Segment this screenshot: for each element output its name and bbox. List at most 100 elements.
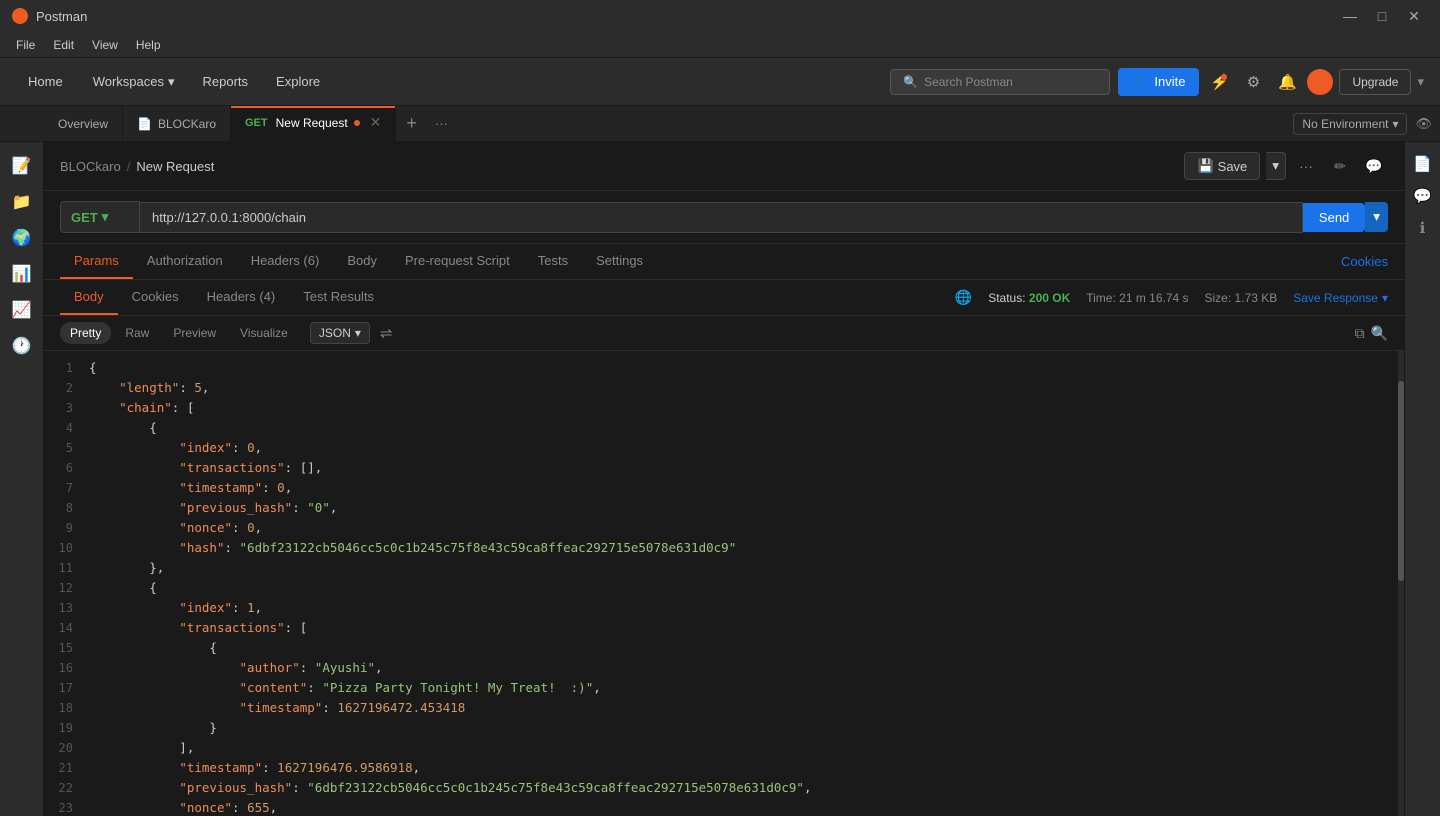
file-icon: 📄 bbox=[137, 117, 152, 131]
json-line-15: 15 { bbox=[44, 639, 1404, 659]
format-raw-button[interactable]: Raw bbox=[115, 322, 159, 344]
settings-icon[interactable]: ⚙ bbox=[1239, 68, 1267, 96]
tab-blockkaro[interactable]: 📄 BLOCKaro bbox=[123, 106, 231, 141]
scrollbar[interactable] bbox=[1398, 351, 1404, 816]
save-caret-button[interactable]: ▾ bbox=[1266, 152, 1286, 180]
send-caret-button[interactable]: ▾ bbox=[1365, 202, 1388, 232]
method-selector[interactable]: GET ▾ bbox=[60, 201, 140, 233]
search-placeholder: Search Postman bbox=[924, 75, 1013, 89]
send-button[interactable]: Send bbox=[1303, 203, 1365, 232]
copy-icon[interactable]: ⧉ bbox=[1355, 325, 1365, 342]
resp-tab-body[interactable]: Body bbox=[60, 280, 118, 315]
sidebar-environments-icon[interactable]: 🌍 bbox=[6, 222, 38, 254]
req-tab-authorization[interactable]: Authorization bbox=[133, 244, 237, 279]
lightning-icon[interactable]: ⚡ bbox=[1205, 68, 1233, 96]
json-line-8: 8 "previous_hash": "0", bbox=[44, 499, 1404, 519]
json-line-18: 18 "timestamp": 1627196472.453418 bbox=[44, 699, 1404, 719]
sidebar-history-icon[interactable]: 📊 bbox=[6, 258, 38, 290]
more-tabs-button[interactable]: ··· bbox=[427, 106, 456, 141]
unsaved-dot bbox=[354, 120, 360, 126]
menu-help[interactable]: Help bbox=[128, 36, 169, 54]
time-label: Time: 21 m 16.74 s bbox=[1086, 291, 1188, 305]
req-tab-prerequest[interactable]: Pre-request Script bbox=[391, 244, 524, 279]
maximize-button[interactable]: □ bbox=[1368, 6, 1396, 26]
menubar: File Edit View Help bbox=[0, 32, 1440, 58]
more-options-button[interactable]: ··· bbox=[1292, 152, 1320, 180]
right-sidebar-info-icon[interactable]: ℹ bbox=[1409, 214, 1437, 242]
bell-icon[interactable]: 🔔 bbox=[1273, 68, 1301, 96]
search-body-icon[interactable]: 🔍 bbox=[1371, 325, 1388, 342]
postman-logo bbox=[12, 8, 28, 24]
minimize-button[interactable]: — bbox=[1336, 6, 1364, 26]
tab-new-request[interactable]: GET New Request ✕ bbox=[231, 106, 396, 141]
req-tab-body[interactable]: Body bbox=[333, 244, 391, 279]
breadcrumb-parent[interactable]: BLOCkaro bbox=[60, 159, 121, 174]
json-line-5: 5 "index": 0, bbox=[44, 439, 1404, 459]
req-tab-headers[interactable]: Headers (6) bbox=[237, 244, 334, 279]
filter-icon[interactable]: ⇌ bbox=[380, 324, 393, 342]
response-tabs-bar: Body Cookies Headers (4) Test Results 🌐 … bbox=[44, 280, 1404, 316]
nav-explore[interactable]: Explore bbox=[266, 68, 330, 95]
json-line-21: 21 "timestamp": 1627196476.9586918, bbox=[44, 759, 1404, 779]
tab-overview-label: Overview bbox=[58, 117, 108, 131]
language-selector[interactable]: JSON ▾ bbox=[310, 322, 370, 344]
json-line-4: 4 { bbox=[44, 419, 1404, 439]
json-line-20: 20 ], bbox=[44, 739, 1404, 759]
upgrade-caret[interactable]: ▾ bbox=[1417, 74, 1424, 90]
resp-tab-headers[interactable]: Headers (4) bbox=[193, 280, 290, 315]
menu-edit[interactable]: Edit bbox=[45, 36, 82, 54]
resp-tab-cookies[interactable]: Cookies bbox=[118, 280, 193, 315]
sidebar-new-icon[interactable]: 📝 bbox=[6, 150, 38, 182]
request-actions: 💾 Save ▾ ··· ✏ 💬 bbox=[1184, 152, 1388, 180]
format-visualize-button[interactable]: Visualize bbox=[230, 322, 298, 344]
tab-overview[interactable]: Overview bbox=[44, 106, 123, 141]
sidebar-clock-icon[interactable]: 🕐 bbox=[6, 330, 38, 362]
invite-icon: 👤 bbox=[1132, 74, 1148, 90]
app-name: Postman bbox=[36, 9, 87, 24]
edit-icon[interactable]: ✏ bbox=[1326, 152, 1354, 180]
json-viewer[interactable]: 1 { 2 "length": 5, 3 "chain": [ 4 { bbox=[44, 351, 1404, 816]
eye-icon[interactable]: 👁 bbox=[1415, 116, 1432, 132]
req-tab-params[interactable]: Params bbox=[60, 244, 133, 279]
method-caret: ▾ bbox=[102, 209, 109, 225]
language-label: JSON bbox=[319, 326, 351, 340]
body-icons: ⧉ 🔍 bbox=[1355, 325, 1388, 342]
close-button[interactable]: ✕ bbox=[1400, 6, 1428, 26]
json-line-12: 12 { bbox=[44, 579, 1404, 599]
menu-file[interactable]: File bbox=[8, 36, 43, 54]
json-line-11: 11 }, bbox=[44, 559, 1404, 579]
json-line-10: 10 "hash": "6dbf23122cb5046cc5c0c1b245c7… bbox=[44, 539, 1404, 559]
cookies-link[interactable]: Cookies bbox=[1341, 245, 1388, 278]
format-preview-button[interactable]: Preview bbox=[163, 322, 226, 344]
sidebar-collections-icon[interactable]: 📁 bbox=[6, 186, 38, 218]
nav-home[interactable]: Home bbox=[16, 68, 75, 95]
resp-tab-test-results[interactable]: Test Results bbox=[289, 280, 388, 315]
avatar[interactable] bbox=[1307, 69, 1333, 95]
save-response-button[interactable]: Save Response ▾ bbox=[1293, 291, 1388, 305]
url-input[interactable] bbox=[140, 202, 1303, 233]
req-tab-settings[interactable]: Settings bbox=[582, 244, 657, 279]
globe-icon: 🌐 bbox=[955, 289, 972, 306]
upgrade-button[interactable]: Upgrade bbox=[1339, 69, 1411, 95]
invite-button[interactable]: 👤 Invite bbox=[1118, 68, 1199, 96]
req-tab-tests[interactable]: Tests bbox=[524, 244, 582, 279]
sidebar-monitor-icon[interactable]: 📈 bbox=[6, 294, 38, 326]
titlebar-controls[interactable]: — □ ✕ bbox=[1336, 6, 1428, 26]
right-sidebar-comment-icon[interactable]: 💬 bbox=[1409, 182, 1437, 210]
search-icon: 🔍 bbox=[903, 75, 918, 89]
search-bar[interactable]: 🔍 Search Postman bbox=[890, 69, 1110, 95]
tab-close-icon[interactable]: ✕ bbox=[370, 114, 382, 131]
nav-reports[interactable]: Reports bbox=[193, 68, 259, 95]
breadcrumb-separator: / bbox=[127, 159, 131, 174]
scrollbar-thumb[interactable] bbox=[1398, 381, 1404, 581]
menu-view[interactable]: View bbox=[84, 36, 126, 54]
format-pretty-button[interactable]: Pretty bbox=[60, 322, 111, 344]
comment-icon[interactable]: 💬 bbox=[1360, 152, 1388, 180]
add-tab-button[interactable]: + bbox=[396, 106, 427, 141]
environment-dropdown[interactable]: No Environment ▾ bbox=[1293, 113, 1407, 135]
right-sidebar-doc-icon[interactable]: 📄 bbox=[1409, 150, 1437, 178]
nav-workspaces[interactable]: Workspaces ▾ bbox=[83, 68, 185, 96]
json-line-13: 13 "index": 1, bbox=[44, 599, 1404, 619]
save-button[interactable]: 💾 Save bbox=[1184, 152, 1260, 180]
titlebar-left: Postman bbox=[12, 8, 87, 24]
